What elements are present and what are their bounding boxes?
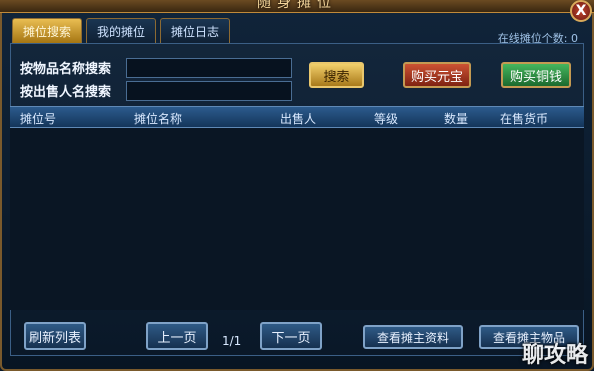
column-currency: 在售货币 xyxy=(500,112,549,126)
tab-bar: 摊位搜索 我的摊位 摊位日志 xyxy=(12,18,231,43)
next-page-button[interactable]: 下一页 xyxy=(260,322,322,350)
seller-name-search-input[interactable] xyxy=(126,81,292,101)
item-name-search-label: 按物品名称搜索 xyxy=(20,62,112,77)
search-button[interactable]: 搜索 xyxy=(309,62,364,88)
column-quantity: 数量 xyxy=(444,112,469,126)
page-indicator: 1/1 xyxy=(222,334,242,348)
tab-my-stall[interactable]: 我的摊位 xyxy=(86,18,157,43)
column-stall-name: 摊位名称 xyxy=(134,112,183,126)
table-header: 摊位号 摊位名称 出售人 等级 数量 在售货币 xyxy=(10,106,584,128)
title-bar: 随身摊位 xyxy=(0,0,594,13)
tab-stall-search[interactable]: 摊位搜索 xyxy=(12,18,83,43)
buy-copper-button[interactable]: 购买铜钱 xyxy=(501,62,571,88)
column-stall-number: 摊位号 xyxy=(20,112,57,126)
column-seller: 出售人 xyxy=(280,112,317,126)
watermark-logo: 聊攻略 xyxy=(521,343,588,368)
buy-yuanbao-button[interactable]: 购买元宝 xyxy=(403,62,471,88)
tab-stall-log[interactable]: 摊位日志 xyxy=(160,18,231,43)
refresh-list-button[interactable]: 刷新列表 xyxy=(24,322,86,350)
close-icon[interactable]: X xyxy=(570,0,592,22)
column-level: 等级 xyxy=(374,112,399,126)
seller-name-search-label: 按出售人名搜索 xyxy=(20,85,112,100)
view-owner-info-button[interactable]: 查看摊主资料 xyxy=(363,325,463,349)
previous-page-button[interactable]: 上一页 xyxy=(146,322,208,350)
window-title: 随身摊位 xyxy=(257,0,337,11)
stall-list[interactable] xyxy=(10,128,584,310)
item-name-search-input[interactable] xyxy=(126,58,292,78)
